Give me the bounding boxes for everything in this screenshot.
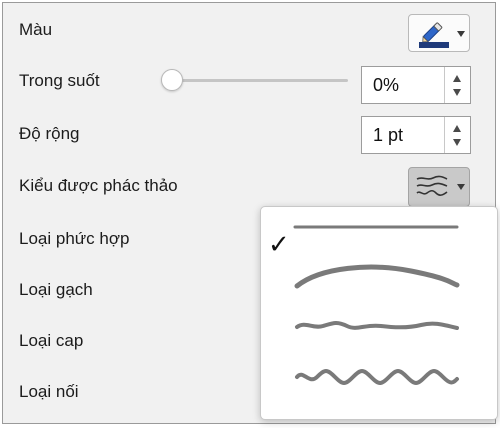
transparency-slider-track[interactable]: [173, 79, 348, 82]
sketch-option-freehand[interactable]: [261, 305, 497, 355]
chevron-down-icon: [457, 184, 465, 190]
increment-arrow-icon[interactable]: [453, 75, 461, 82]
sketch-style-button[interactable]: [408, 167, 470, 207]
cap-type-label: Loại cap: [19, 331, 84, 350]
compound-type-label: Loại phức hợp: [19, 229, 130, 248]
join-type-label: Loại nối: [19, 382, 79, 401]
transparency-stepper[interactable]: 0%: [361, 66, 471, 104]
chevron-down-icon: [457, 31, 465, 37]
sketch-option-scribble[interactable]: [261, 355, 497, 405]
width-stepper[interactable]: 1 pt: [361, 116, 471, 154]
sketch-option-straight[interactable]: ✓: [261, 209, 497, 259]
transparency-value[interactable]: 0%: [373, 75, 399, 96]
sketch-lines-icon: [415, 174, 449, 200]
width-value[interactable]: 1 pt: [373, 125, 403, 146]
dash-type-label: Loại gạch: [19, 280, 93, 299]
width-label: Độ rộng: [19, 124, 80, 143]
color-picker-button[interactable]: [408, 14, 470, 52]
transparency-slider-thumb[interactable]: [161, 69, 183, 91]
color-label: Màu: [19, 20, 53, 39]
transparency-label: Trong suốt: [19, 71, 100, 90]
sketch-style-label: Kiểu được phác thảo: [19, 176, 178, 195]
increment-arrow-icon[interactable]: [453, 125, 461, 132]
sketch-option-curved[interactable]: [261, 257, 497, 307]
sketch-style-menu: ✓: [260, 206, 498, 420]
decrement-arrow-icon[interactable]: [453, 89, 461, 96]
decrement-arrow-icon[interactable]: [453, 139, 461, 146]
color-swatch: [419, 42, 449, 48]
